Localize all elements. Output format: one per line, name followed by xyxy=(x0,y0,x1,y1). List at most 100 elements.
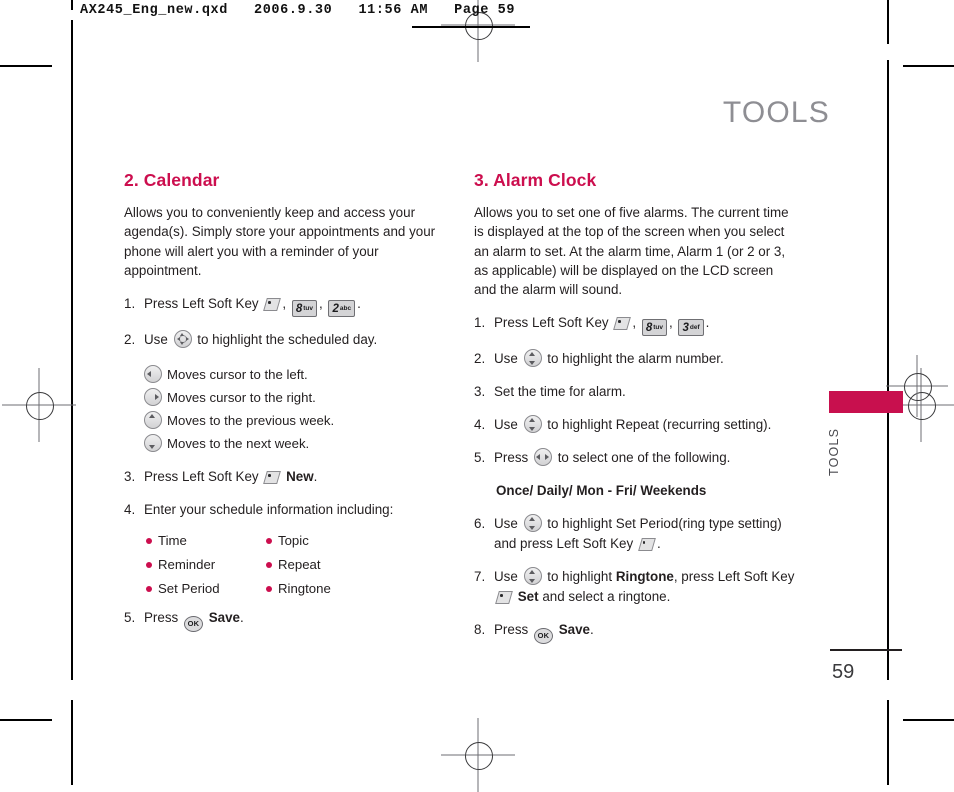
bullet-dot-icon xyxy=(146,561,152,568)
step-text: Press xyxy=(494,622,529,638)
step-text: Use xyxy=(144,332,168,348)
keypad-letters: tuv xyxy=(653,324,663,332)
bullet-dot-icon xyxy=(146,585,152,592)
step-text-tail: , press Left Soft Key xyxy=(673,569,795,585)
alarm-clock-intro-text: Allows you to set one of five alarms. Th… xyxy=(474,205,789,298)
step-comma: , xyxy=(632,315,637,331)
step-period: . xyxy=(357,296,361,312)
side-tab-block xyxy=(829,391,903,413)
calendar-step-4: 4. Enter your schedule information includ… xyxy=(124,500,446,520)
calendar-step-1: 1. Press Left Soft Key , 8tuv, 2abc. xyxy=(124,294,446,318)
step-bold-label: Save xyxy=(208,610,240,626)
alarm-step-1: 1. Press Left Soft Key , 8tuv, 3def. xyxy=(474,313,796,337)
list-item: Set Period xyxy=(146,581,266,596)
step-text: Set the time for alarm. xyxy=(494,384,626,400)
bullet-dot-icon xyxy=(146,537,152,544)
step-period: . xyxy=(705,315,710,331)
alarm-step-5: 5. Press to select one of the following. xyxy=(474,448,796,468)
left-soft-key-icon xyxy=(495,590,513,605)
alarm-step-4: 4. Use to highlight Repeat (recurring set… xyxy=(474,415,796,435)
list-item: Topic xyxy=(266,533,446,548)
side-tab-label: TOOLS xyxy=(827,427,841,477)
trim-rule-left-upper xyxy=(71,20,73,680)
keypad-letters: tuv xyxy=(303,305,313,313)
bullet-label: Repeat xyxy=(278,557,321,573)
step-text-tail: to highlight the alarm number. xyxy=(547,351,724,367)
nav-down-icon xyxy=(144,434,162,453)
step-number: 3. xyxy=(474,384,486,400)
page-canvas: AX245_Eng_new.qxd 2006.9.30 11:56 AM Pag… xyxy=(0,0,954,792)
step-number: 6. xyxy=(474,516,486,532)
bullet-dot-icon xyxy=(266,561,272,568)
bullet-label: Set Period xyxy=(158,581,220,597)
nav-up-down-icon xyxy=(523,415,542,434)
legend-text: Moves to the next week. xyxy=(167,436,310,452)
crop-mark-top-left-vertical xyxy=(71,0,73,10)
bullet-label: Ringtone xyxy=(278,581,331,597)
step-number: 4. xyxy=(124,502,136,518)
calendar-steps-final: 5. Press OK Save. xyxy=(124,608,446,633)
step-text: Use xyxy=(494,569,518,585)
ok-key-icon: OK xyxy=(183,616,203,633)
step-text: Use xyxy=(494,516,518,532)
trim-rule-right-lower xyxy=(887,700,889,760)
left-column: 2. Calendar Allows you to conveniently k… xyxy=(124,170,446,645)
ok-key-icon: OK xyxy=(533,628,553,645)
legend-text: Moves cursor to the left. xyxy=(167,367,308,383)
nav-up-down-icon xyxy=(523,349,542,368)
nav-left-icon xyxy=(144,365,162,384)
step-number: 4. xyxy=(474,417,486,433)
keypad-letters: def xyxy=(689,324,700,332)
step-text-tail: to highlight the scheduled day. xyxy=(197,332,378,348)
bullet-label: Reminder xyxy=(158,557,216,573)
bullet-label: Time xyxy=(158,533,187,549)
alarm-step-6: 6. Use to highlight Set Period(ring type … xyxy=(474,514,796,554)
crop-mark-top-right-vertical xyxy=(887,0,889,44)
step-bold-label: Save xyxy=(558,622,590,638)
bullet-dot-icon xyxy=(266,585,272,592)
legend-text: Moves to the previous week. xyxy=(167,413,335,429)
folio-rule xyxy=(830,649,902,651)
slug-underline xyxy=(412,26,530,28)
alarm-step-7: 7. Use to highlight Ringtone, press Left … xyxy=(474,567,796,607)
right-column: 3. Alarm Clock Allows you to set one of … xyxy=(474,170,796,657)
list-item: Time xyxy=(146,533,266,548)
nav-right-icon xyxy=(144,388,162,407)
keypad-digit: 8 xyxy=(645,322,653,335)
nav-up-down-icon xyxy=(523,567,542,586)
list-item: Reminder xyxy=(146,557,266,572)
step-text: Press xyxy=(144,610,179,626)
list-item: Moves cursor to the right. xyxy=(142,386,446,409)
step-text: Press Left Soft Key xyxy=(144,296,259,312)
step-number: 1. xyxy=(474,315,486,331)
step-period: . xyxy=(239,610,244,626)
left-soft-key-icon xyxy=(263,470,282,485)
left-soft-key-icon xyxy=(638,537,656,552)
trim-rule-left-lower xyxy=(71,700,73,760)
nav-left-right-icon xyxy=(533,448,552,467)
schedule-field-list: Time Topic Reminder Repeat Set Period Ri… xyxy=(146,533,446,596)
page-number: 59 xyxy=(832,661,855,683)
registration-target-left xyxy=(2,368,76,442)
calendar-intro-text: Allows you to conveniently keep and acce… xyxy=(124,205,436,278)
keypad-key-3-icon: 3def xyxy=(678,319,704,337)
step-text: Press Left Soft Key xyxy=(144,469,259,485)
step-number: 1. xyxy=(124,296,136,312)
step-period: . xyxy=(313,469,318,485)
step-number: 8. xyxy=(474,622,486,638)
step-number: 5. xyxy=(124,610,136,626)
step-text-tail: to highlight Repeat (recurring setting). xyxy=(547,417,772,433)
keypad-key-8-icon: 8tuv xyxy=(641,319,667,337)
calendar-step-3: 3. Press Left Soft Key New. xyxy=(124,467,446,487)
alarm-step-3: 3. Set the time for alarm. xyxy=(474,382,796,402)
alarm-clock-steps-continued: 6. Use to highlight Set Period(ring type … xyxy=(474,514,796,645)
step-text-tail: and select a ringtone. xyxy=(542,589,671,605)
keypad-digit: 3 xyxy=(682,322,689,335)
running-head: TOOLS xyxy=(722,96,830,129)
list-item: Ringtone xyxy=(266,581,446,596)
keypad-key-2-icon: 2abc xyxy=(328,300,356,318)
step-number: 5. xyxy=(474,450,486,466)
step-bold-label: New xyxy=(286,469,314,485)
step-period: . xyxy=(589,622,594,638)
left-soft-key-icon xyxy=(613,316,632,331)
